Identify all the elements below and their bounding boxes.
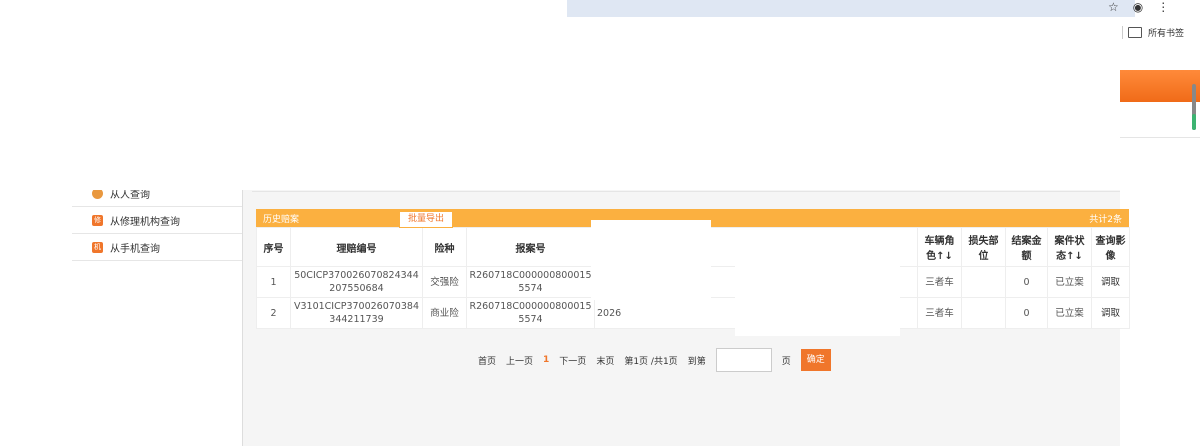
account-icon[interactable]: ◉: [1133, 0, 1143, 14]
cell-insurance: 商业险: [422, 297, 467, 329]
repair-shop-icon: 修: [92, 214, 103, 226]
fetch-images-button[interactable]: 调取: [1091, 297, 1130, 329]
cell-loss-part: [961, 266, 1006, 298]
overlay-blank: [0, 0, 567, 190]
redaction-mask: [735, 240, 900, 336]
col-images: 查询影像: [1091, 227, 1130, 267]
cell-claim-no: 50CICP370026070824344207550684: [290, 266, 423, 298]
col-index: 序号: [256, 227, 291, 267]
divider: [1122, 26, 1123, 39]
table-row: 2 V3101CICP370026070384344211739 商业险 R26…: [256, 297, 1130, 329]
bookmarks-folder[interactable]: 所有书签: [1122, 26, 1185, 39]
cell-amount: 0: [1005, 266, 1048, 298]
col-status[interactable]: 案件状态↑↓: [1047, 227, 1092, 267]
cell-role: 三者车: [917, 297, 962, 329]
cell-amount: 0: [1005, 297, 1048, 329]
page-unit-label: 页: [781, 356, 791, 367]
col-loss-part: 损失部位: [961, 227, 1006, 267]
more-icon[interactable]: ⋮: [1157, 0, 1169, 14]
overlay-blank: [567, 17, 1120, 190]
sidebar-item-repair-shop[interactable]: 修 从修理机构查询: [72, 207, 242, 234]
page-info: 第1页 /共1页: [624, 356, 678, 367]
cell-report-no: R260718C0000008000155574: [466, 297, 595, 329]
first-page-link[interactable]: 首页: [478, 354, 496, 367]
sidebar-item-label: 从手机查询: [110, 243, 160, 255]
sidebar-item-phone[interactable]: 机 从手机查询: [72, 234, 242, 261]
cell-status: 已立案: [1047, 297, 1092, 329]
col-report-no: 报案号: [466, 227, 595, 267]
page-jump-input[interactable]: [715, 348, 772, 372]
cell-index: 2: [256, 297, 291, 329]
cell-claim-no: V3101CICP370026070384344211739: [290, 297, 423, 329]
sidebar: 从人查询 修 从修理机构查询 机 从手机查询: [72, 180, 243, 446]
divider: [1120, 137, 1200, 138]
col-insurance: 险种: [422, 227, 467, 267]
folder-icon: [1128, 27, 1142, 38]
star-icon[interactable]: ☆: [1108, 0, 1119, 14]
address-bar[interactable]: [567, 0, 1135, 17]
col-amount: 结案金额: [1005, 227, 1048, 267]
col-vehicle-role[interactable]: 车辆角色↑↓: [917, 227, 962, 267]
header-banner: [1120, 70, 1200, 102]
current-page: 1: [543, 355, 550, 365]
confirm-button[interactable]: 确定: [800, 349, 831, 371]
cell-loss-part: [961, 297, 1006, 329]
prev-page-link[interactable]: 上一页: [506, 354, 533, 367]
cell-status: 已立案: [1047, 266, 1092, 298]
col-claim-no: 理赔编号: [290, 227, 423, 267]
goto-label: 到第: [687, 356, 706, 367]
last-page-link[interactable]: 末页: [596, 354, 614, 367]
sidebar-item-label: 从修理机构查询: [110, 216, 180, 228]
phone-icon: 机: [92, 241, 103, 253]
cell-report-no: R260718C0000008000155574: [466, 266, 595, 298]
cell-index: 1: [256, 266, 291, 298]
cell-role: 三者车: [917, 266, 962, 298]
next-page-link[interactable]: 下一页: [559, 354, 586, 367]
redaction-mask: [591, 220, 711, 300]
divider: [252, 191, 1120, 192]
pagination: 首页 上一页 1 下一页 末页 第1页 /共1页 到第 页 确定: [478, 348, 831, 372]
panel-title: 历史赔案: [263, 214, 300, 225]
total-count: 共计2条: [1089, 215, 1122, 225]
cell-insurance: 交强险: [422, 266, 467, 298]
fetch-images-button[interactable]: 调取: [1091, 266, 1130, 298]
batch-export-button[interactable]: 批量导出: [399, 211, 454, 228]
browser-toolbar-icons: ☆ ◉ ⋮: [1108, 0, 1200, 14]
bookmarks-label: 所有书签: [1148, 29, 1185, 39]
scrollbar-indicator: [1192, 114, 1196, 130]
